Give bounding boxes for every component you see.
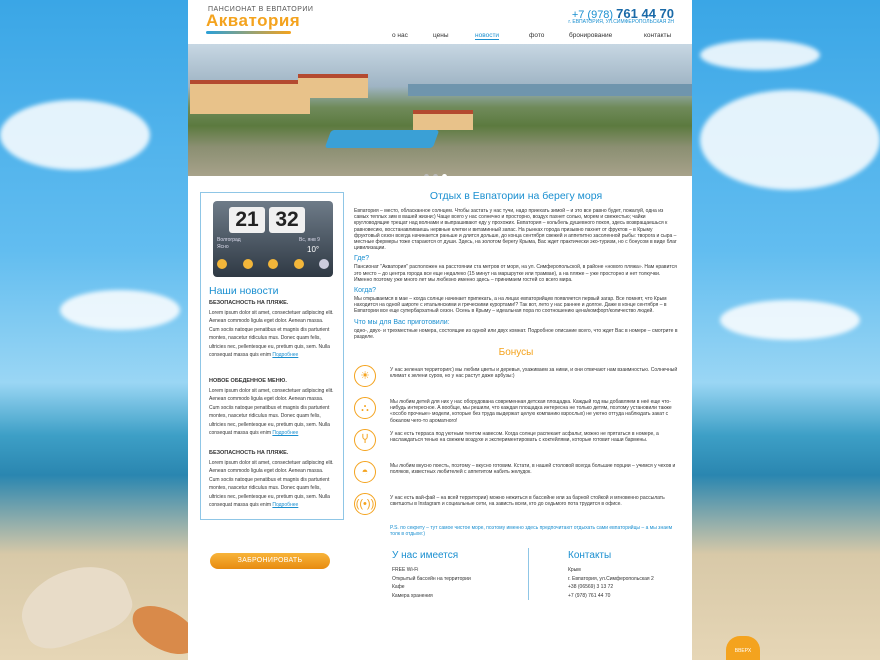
bonus-text: У нас есть терраса под уютным тентом нав… bbox=[390, 431, 659, 444]
scroll-up-button[interactable]: ВВЕРХ bbox=[726, 636, 760, 660]
news-more-link[interactable]: Подробнее bbox=[272, 352, 298, 358]
cloud bbox=[700, 90, 880, 190]
sun-icon bbox=[242, 259, 253, 269]
header: ПАНСИОНАТ В ЕВПАТОРИИ Акватория +7 (978)… bbox=[188, 0, 692, 44]
cloud-icon bbox=[319, 259, 329, 269]
main-nav: о нас цены новости фото бронирование кон… bbox=[188, 32, 692, 42]
contact-line: Крым bbox=[568, 567, 581, 573]
section-text-offer: одно-, двух- и трехместные номера, состо… bbox=[354, 327, 678, 340]
main-content: Отдых в Евпатории на берегу моря Евпатор… bbox=[354, 190, 678, 542]
nav-item-contacts[interactable]: контакты bbox=[644, 32, 671, 39]
amenity-item: Кафе bbox=[392, 584, 405, 590]
news-item: БЕЗОПАСНОСТЬ НА ПЛЯЖЕ. Lorem ipsum dolor… bbox=[209, 299, 335, 360]
slider-dot[interactable] bbox=[424, 174, 429, 176]
weather-city: Волгоград bbox=[217, 237, 241, 243]
sun-icon bbox=[268, 259, 278, 269]
bonus-item: ((•)) У нас есть вай-фай – на всей террит… bbox=[354, 491, 678, 523]
weather-condition: Ясно bbox=[217, 244, 229, 250]
cloud bbox=[0, 100, 150, 170]
ps-note: P.S. по секрету – тут самое чистое море,… bbox=[390, 525, 673, 538]
weather-temp: 10° bbox=[307, 245, 320, 254]
news-heading: НОВОЕ ОБЕДЕННОЕ МЕНЮ. bbox=[209, 378, 287, 384]
nav-item-about[interactable]: о нас bbox=[392, 32, 408, 39]
nav-item-news[interactable]: новости bbox=[475, 32, 500, 40]
news-body: Lorem ipsum dolor sit amet, consectetuer… bbox=[209, 459, 334, 509]
sun-icon: ☀ bbox=[354, 365, 376, 388]
wifi-icon: ((•)) bbox=[354, 493, 376, 516]
sun-icon bbox=[217, 259, 227, 269]
page-title: Отдых в Евпатории на берегу моря bbox=[429, 190, 603, 202]
seashell bbox=[11, 553, 139, 657]
bonus-text: Мы любим вкусно поесть, поэтому – вкусно… bbox=[390, 463, 676, 476]
cloud bbox=[700, 40, 820, 70]
bonus-item: ◓ Мы любим вкусно поесть, поэтому – вкусн… bbox=[354, 459, 678, 491]
amenity-item: Открытый бассейн на территории bbox=[392, 575, 471, 582]
pool bbox=[324, 130, 440, 148]
clock-weather-widget: 21 32 Волгоград Ясно Вс, янв 9 10° bbox=[213, 201, 333, 277]
intro-text: Евпатория – место, обласканное солнцем. … bbox=[354, 208, 677, 252]
cloud bbox=[60, 290, 180, 330]
news-more-link[interactable]: Подробнее bbox=[272, 430, 298, 436]
bonus-item: ☀ У нас зеленая территория:) мы любим цве… bbox=[354, 363, 678, 395]
footer: ЗАБРОНИРОВАТЬ У нас имеется FREE Wi-Fi О… bbox=[188, 540, 692, 610]
bonus-item: Ⴤ У нас есть терраса под уютным тентом на… bbox=[354, 427, 678, 459]
left-sidebar: 21 32 Волгоград Ясно Вс, янв 9 10° Наши … bbox=[200, 192, 344, 520]
sun-icon bbox=[293, 259, 304, 269]
section-heading-offer: Что мы для Вас приготовили: bbox=[354, 318, 450, 326]
section-heading-when: Когда? bbox=[354, 287, 377, 295]
amenity-item: Камера хранения bbox=[392, 592, 433, 599]
cloud bbox=[720, 300, 860, 340]
clock-minutes: 32 bbox=[269, 207, 305, 233]
nav-item-photo[interactable]: фото bbox=[529, 32, 544, 39]
hero-slider[interactable] bbox=[188, 44, 692, 176]
building bbox=[190, 80, 310, 114]
weather-date: Вс, янв 9 bbox=[299, 237, 320, 243]
header-address: г. ЕВПАТОРИЯ, УЛ.СИМФЕРОПОЛЬСКАЯ 2Н bbox=[568, 19, 674, 25]
news-heading: БЕЗОПАСНОСТЬ НА ПЛЯЖЕ. bbox=[209, 300, 289, 306]
contact-line: г. Евпатория, ул.Симферопольская 2 bbox=[568, 575, 654, 582]
building bbox=[298, 74, 368, 98]
slider-dot[interactable] bbox=[433, 174, 438, 176]
news-title: Наши новости bbox=[209, 285, 279, 297]
section-text-where: Пансионат "Акватория" расположен на расс… bbox=[354, 264, 677, 283]
news-more-link[interactable]: Подробнее bbox=[272, 502, 298, 508]
contact-line[interactable]: +38 (06569) 3 13 72 bbox=[568, 583, 654, 592]
forecast-row bbox=[217, 259, 329, 273]
logo[interactable]: Акватория bbox=[206, 11, 300, 31]
slider-dot-active[interactable] bbox=[442, 174, 447, 176]
footer-divider bbox=[528, 548, 529, 600]
contacts-list: Крым г. Евпатория, ул.Симферопольская 2 … bbox=[568, 566, 654, 600]
slider-dots bbox=[422, 166, 449, 176]
contacts-title: Контакты bbox=[568, 550, 612, 561]
news-body: Lorem ipsum dolor sit amet, consectetuer… bbox=[209, 309, 334, 359]
dish-icon: ◓ bbox=[354, 461, 376, 484]
bonus-text: Мы любим детей для них у нас оборудована… bbox=[390, 399, 672, 424]
sea-horizon bbox=[408, 84, 692, 96]
clock-hours: 21 bbox=[229, 207, 265, 233]
amenities-list: FREE Wi-Fi Открытый бассейн на территори… bbox=[392, 566, 471, 600]
news-item: НОВОЕ ОБЕДЕННОЕ МЕНЮ. Lorem ipsum dolor … bbox=[209, 377, 335, 438]
news-body: Lorem ipsum dolor sit amet, consectetuer… bbox=[209, 387, 334, 437]
bonus-text: У нас есть вай-фай – на всей территории)… bbox=[390, 495, 665, 508]
book-button[interactable]: ЗАБРОНИРОВАТЬ bbox=[210, 553, 330, 569]
bonus-title: Бонусы bbox=[498, 347, 534, 359]
section-text-when: Мы открываемся в мае – когда солнце начи… bbox=[354, 296, 667, 315]
amenities-title: У нас имеется bbox=[392, 550, 459, 561]
nav-item-booking[interactable]: бронирование bbox=[569, 32, 612, 39]
cocktail-icon: Ⴤ bbox=[354, 429, 376, 452]
bonus-text: У нас зеленая территория:) мы любим цвет… bbox=[390, 367, 678, 380]
amenity-item: FREE Wi-Fi bbox=[392, 567, 419, 573]
news-heading: БЕЗОПАСНОСТЬ НА ПЛЯЖЕ. bbox=[209, 450, 289, 456]
page-container: ПАНСИОНАТ В ЕВПАТОРИИ Акватория +7 (978)… bbox=[188, 0, 692, 660]
contact-line[interactable]: +7 (978) 761 44 70 bbox=[568, 592, 654, 601]
building bbox=[413, 110, 473, 130]
news-item: БЕЗОПАСНОСТЬ НА ПЛЯЖЕ. Lorem ipsum dolor… bbox=[209, 449, 335, 510]
playground-icon: ⛬ bbox=[354, 397, 376, 420]
section-heading-where: Где? bbox=[354, 255, 370, 263]
bonus-item: ⛬ Мы любим детей для них у нас оборудован… bbox=[354, 395, 678, 427]
nav-item-prices[interactable]: цены bbox=[433, 32, 449, 39]
